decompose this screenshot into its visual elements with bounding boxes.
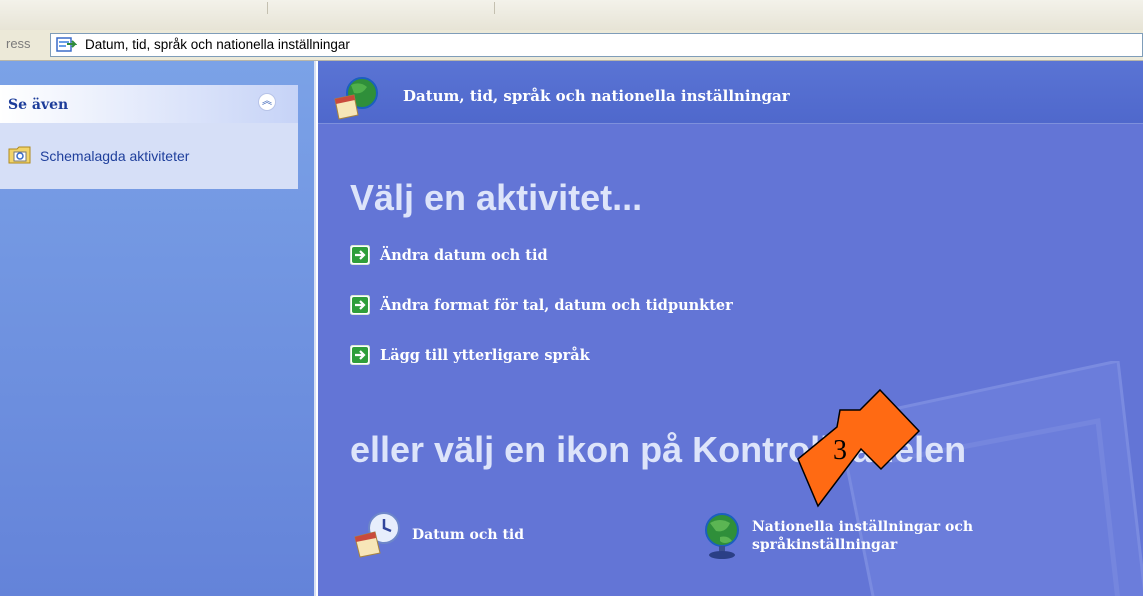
task-link-label: Lägg till ytterligare språk (380, 346, 590, 364)
task-change-formats[interactable]: Ändra format för tal, datum och tidpunkt… (350, 295, 733, 315)
date-time-globe-icon (332, 75, 380, 121)
green-arrow-icon (350, 295, 370, 315)
callout-number: 3 (833, 435, 847, 466)
see-also-item-label: Schemalagda aktiviteter (40, 148, 190, 164)
cp-icon-label-line2: språkinställningar (752, 537, 898, 553)
toolbar-separator (494, 2, 495, 14)
left-task-pane: Se även ︽ Schemalagda aktiviteter (0, 61, 316, 596)
pick-icon-heading: eller välj en ikon på Kontrollpanelen (350, 429, 967, 470)
globe-icon (705, 513, 739, 559)
cp-icon-regional-language[interactable]: Nationella inställningar och språkinstäl… (702, 511, 973, 561)
scheduled-tasks-folder-icon (8, 143, 32, 169)
green-arrow-icon (350, 345, 370, 365)
category-title: Datum, tid, språk och nationella inställ… (403, 87, 790, 105)
address-field[interactable]: Datum, tid, språk och nationella inställ… (50, 33, 1143, 57)
date-time-icon (354, 512, 400, 558)
see-also-header[interactable]: Se även ︽ (0, 85, 298, 123)
cp-icon-label: Datum och tid (412, 527, 525, 543)
cp-icon-date-time[interactable]: Datum och tid (352, 511, 524, 559)
cp-icon-label: Nationella inställningar och (752, 519, 974, 535)
green-arrow-icon (350, 245, 370, 265)
cp-icon-label-group: Nationella inställningar och språkinstäl… (752, 518, 973, 554)
task-add-languages[interactable]: Lägg till ytterligare språk (350, 345, 590, 365)
see-also-panel: Se även ︽ Schemalagda aktiviteter (0, 85, 298, 189)
toolbar-separator (267, 2, 268, 14)
main-content-pane: Datum, tid, språk och nationella inställ… (318, 61, 1143, 596)
category-header: Datum, tid, språk och nationella inställ… (318, 61, 1143, 124)
see-also-item-scheduled-tasks[interactable]: Schemalagda aktiviteter (8, 145, 189, 167)
pick-task-heading: Välj en aktivitet... (350, 177, 643, 218)
control-panel-icon (55, 35, 78, 55)
task-link-label: Ändra format för tal, datum och tidpunkt… (380, 296, 733, 314)
collapse-chevron-icon[interactable]: ︽ (258, 93, 276, 111)
task-link-label: Ändra datum och tid (380, 246, 548, 264)
see-also-title: Se även (8, 97, 69, 113)
address-bar: ress Datum, tid, språk och nationella in… (0, 30, 1143, 61)
address-value: Datum, tid, språk och nationella inställ… (85, 37, 350, 52)
task-change-date-time[interactable]: Ändra datum och tid (350, 245, 548, 265)
address-label: ress (6, 36, 31, 51)
toolbar-strip (0, 0, 1143, 31)
